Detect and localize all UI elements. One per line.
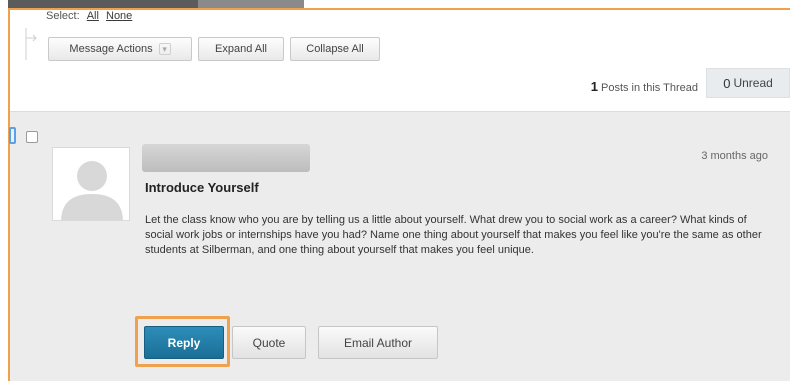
- quote-button[interactable]: Quote: [232, 326, 306, 359]
- top-tab-active: [8, 0, 198, 8]
- post-timestamp: 3 months ago: [701, 150, 768, 162]
- avatar: [52, 147, 130, 221]
- posts-count-label: Posts in this Thread: [600, 82, 698, 94]
- select-label: Select:: [46, 10, 80, 22]
- posts-count-value: 1: [590, 79, 598, 94]
- author-name-redacted: [142, 144, 310, 172]
- collapse-all-button[interactable]: Collapse All: [290, 37, 380, 61]
- message-actions-button[interactable]: Message Actions ▾: [48, 37, 192, 61]
- top-tab: [198, 0, 304, 8]
- post-select-checkbox[interactable]: [26, 131, 38, 143]
- select-all-link[interactable]: All: [87, 10, 99, 22]
- new-post-marker-icon: [9, 127, 16, 144]
- message-actions-label: Message Actions: [69, 43, 153, 55]
- unread-count-label: Unread: [733, 76, 773, 90]
- email-author-button[interactable]: Email Author: [318, 326, 438, 359]
- thread-tree-icon: [25, 28, 37, 60]
- expand-all-button[interactable]: Expand All: [198, 37, 284, 61]
- unread-count-value: 0: [723, 75, 731, 91]
- select-none-link[interactable]: None: [106, 10, 132, 22]
- unread-count-badge[interactable]: 0 Unread: [706, 68, 790, 98]
- post-body: Let the class know who you are by tellin…: [145, 214, 762, 256]
- discussion-thread-view: Select: All None Message Actions ▾ Expan…: [0, 0, 790, 381]
- posts-in-thread-count: 1 Posts in this Thread: [591, 79, 698, 94]
- reply-button[interactable]: Reply: [144, 326, 224, 359]
- post-title: Introduce Yourself: [145, 180, 259, 195]
- chevron-down-icon: ▾: [158, 43, 171, 55]
- select-controls: Select: All None: [46, 10, 132, 22]
- user-placeholder-icon: [61, 161, 123, 220]
